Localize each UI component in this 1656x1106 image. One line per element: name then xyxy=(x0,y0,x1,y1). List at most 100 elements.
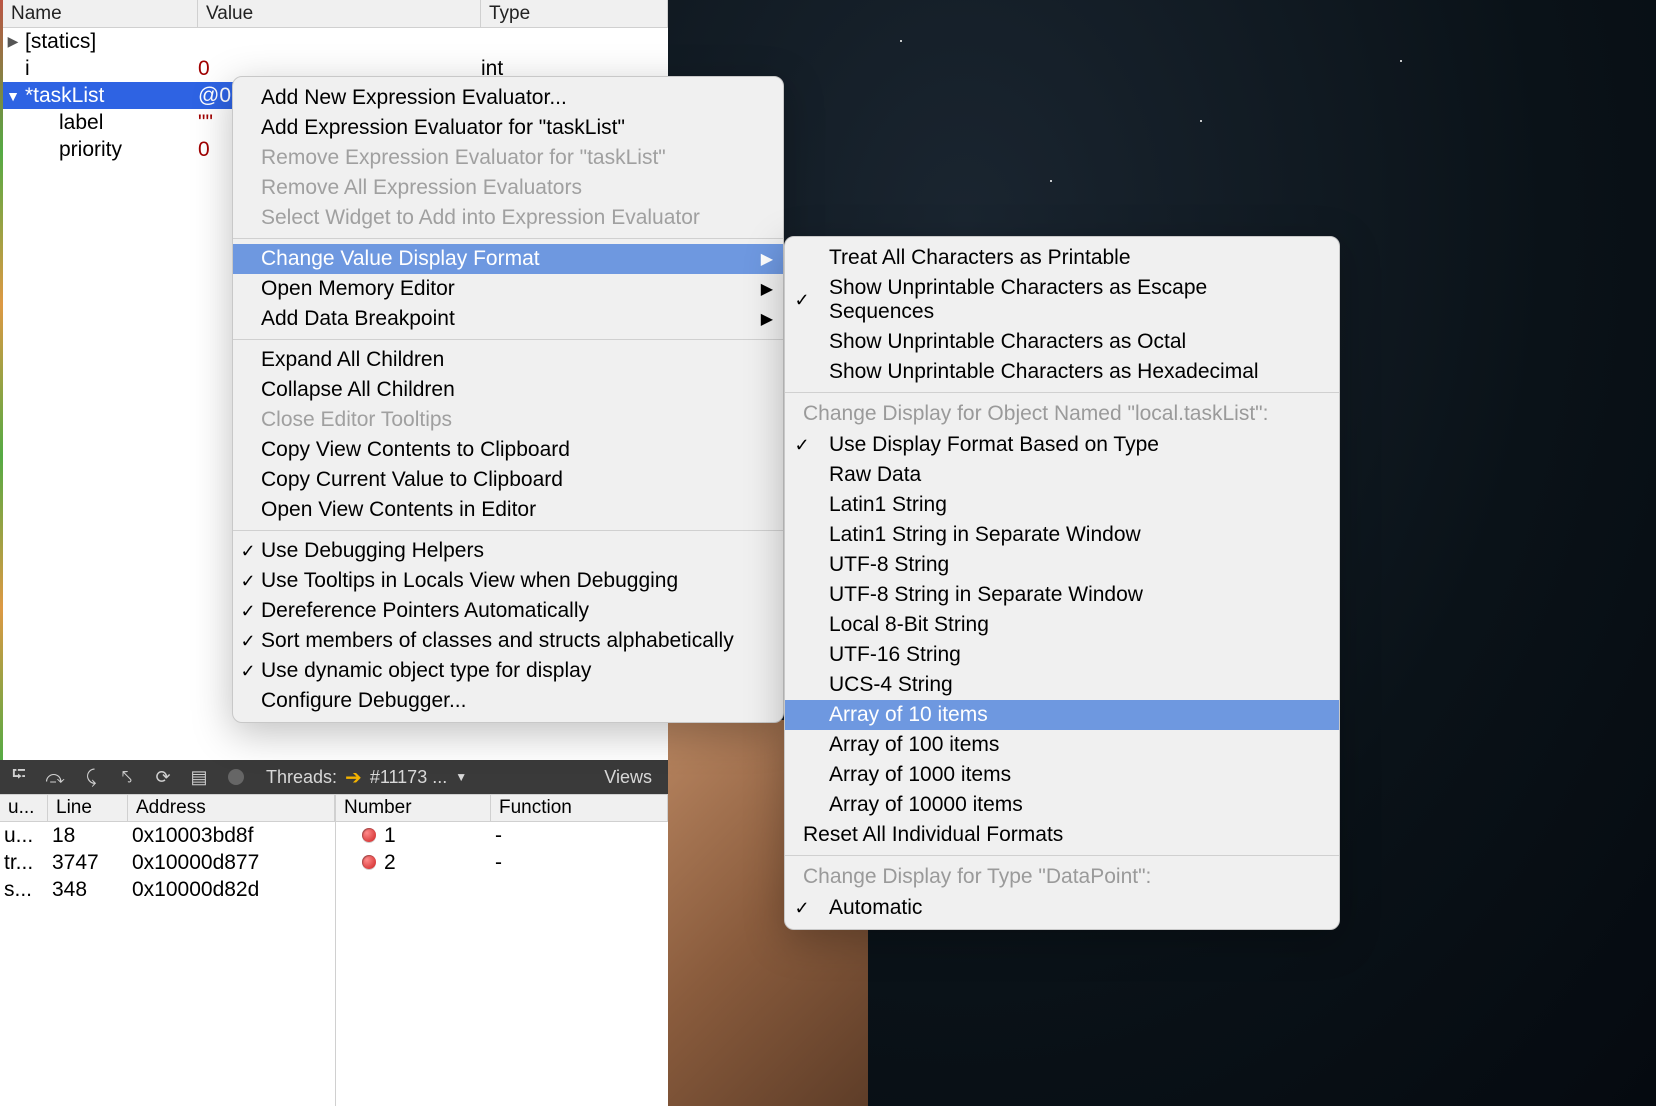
menu-item-label: Array of 10 items xyxy=(829,703,988,727)
views-button[interactable]: Views xyxy=(604,767,660,788)
menu-item[interactable]: Local 8-Bit String xyxy=(785,610,1339,640)
menu-item[interactable]: Array of 10000 items xyxy=(785,790,1339,820)
stack-row[interactable]: u...180x10003bd8f xyxy=(0,822,335,849)
menu-item[interactable]: Reset All Individual Formats xyxy=(785,820,1339,850)
menu-item[interactable]: Treat All Characters as Printable xyxy=(785,243,1339,273)
step-into-icon[interactable]: ⤹ xyxy=(80,766,102,788)
menu-item-label: UTF-8 String in Separate Window xyxy=(829,583,1143,607)
menu-separator xyxy=(785,392,1339,393)
stack-row[interactable]: s...3480x10000d82d xyxy=(0,876,335,903)
col-name[interactable]: Name xyxy=(3,0,198,27)
menu-item[interactable]: UTF-16 String xyxy=(785,640,1339,670)
continue-icon[interactable]: ⮓ xyxy=(8,766,30,788)
menu-item[interactable]: ✓Use Display Format Based on Type xyxy=(785,430,1339,460)
col-level[interactable]: u... xyxy=(0,795,48,821)
menu-item[interactable]: Array of 10 items xyxy=(785,700,1339,730)
record-icon[interactable] xyxy=(228,769,244,785)
locals-row[interactable]: ▶[statics] xyxy=(3,28,668,55)
step-out-icon[interactable]: ⤣ xyxy=(116,766,138,788)
menu-item[interactable]: Configure Debugger... xyxy=(233,686,783,716)
stack-address: 0x10003bd8f xyxy=(132,824,335,848)
menu-section-label: Change Display for Type "DataPoint": xyxy=(785,861,1339,893)
row-name: *taskList xyxy=(23,84,198,108)
breakpoint-row[interactable]: 1- xyxy=(336,822,668,849)
col-type[interactable]: Type xyxy=(481,0,668,27)
menu-item: Remove All Expression Evaluators xyxy=(233,173,783,203)
check-icon: ✓ xyxy=(239,541,257,562)
menu-item[interactable]: Change Value Display Format▶ xyxy=(233,244,783,274)
check-icon: ✓ xyxy=(793,435,811,456)
expand-icon[interactable]: ▶ xyxy=(3,33,23,50)
menu-item[interactable]: Copy Current Value to Clipboard xyxy=(233,465,783,495)
submenu-icon: ▶ xyxy=(761,309,773,329)
menu-item-label: Use dynamic object type for display xyxy=(261,659,591,683)
menu-item[interactable]: ✓Show Unprintable Characters as Escape S… xyxy=(785,273,1339,327)
menu-item[interactable]: Array of 100 items xyxy=(785,730,1339,760)
thread-id: #11173 ... xyxy=(370,767,447,788)
threads-selector[interactable]: Threads: ➔ #11173 ... ▼ xyxy=(266,765,467,790)
menu-item[interactable]: Latin1 String xyxy=(785,490,1339,520)
row-name: label xyxy=(23,111,198,135)
breakpoint-icon xyxy=(362,828,376,842)
menu-item-label: Collapse All Children xyxy=(261,378,455,402)
col-function[interactable]: Function xyxy=(491,795,668,821)
col-address[interactable]: Address xyxy=(128,795,335,821)
menu-item-label: Automatic xyxy=(829,896,922,920)
col-number[interactable]: Number xyxy=(336,795,491,821)
star xyxy=(900,40,902,42)
stack-header: u... Line Address xyxy=(0,794,335,822)
menu-item[interactable]: UTF-8 String xyxy=(785,550,1339,580)
menu-item-label: Select Widget to Add into Expression Eva… xyxy=(261,206,700,230)
menu-item-label: Remove All Expression Evaluators xyxy=(261,176,582,200)
col-line[interactable]: Line xyxy=(48,795,128,821)
menu-item-label: Configure Debugger... xyxy=(261,689,466,713)
menu-item-label: Reset All Individual Formats xyxy=(803,823,1063,847)
menu-item-label: Add New Expression Evaluator... xyxy=(261,86,567,110)
menu-item-label: Latin1 String in Separate Window xyxy=(829,523,1141,547)
menu-item[interactable]: ✓Use Debugging Helpers xyxy=(233,536,783,566)
restart-icon[interactable]: ⟳ xyxy=(152,766,174,788)
menu-item[interactable]: Raw Data xyxy=(785,460,1339,490)
locals-header: Name Value Type xyxy=(3,0,668,28)
expand-icon[interactable]: ▼ xyxy=(3,88,23,104)
menu-item: Remove Expression Evaluator for "taskLis… xyxy=(233,143,783,173)
menu-item[interactable]: Show Unprintable Characters as Hexadecim… xyxy=(785,357,1339,387)
stack-row[interactable]: tr...37470x10000d877 xyxy=(0,849,335,876)
menu-item-label: Show Unprintable Characters as Hexadecim… xyxy=(829,360,1259,384)
menu-separator xyxy=(233,339,783,340)
menu-item[interactable]: Expand All Children xyxy=(233,345,783,375)
menu-item[interactable]: ✓Dereference Pointers Automatically xyxy=(233,596,783,626)
menu-item[interactable]: Open View Contents in Editor xyxy=(233,495,783,525)
menu-item-label: Change Value Display Format xyxy=(261,247,540,271)
menu-item[interactable]: ✓Use Tooltips in Locals View when Debugg… xyxy=(233,566,783,596)
check-icon: ✓ xyxy=(793,290,811,311)
col-value[interactable]: Value xyxy=(198,0,481,27)
stack-line: 18 xyxy=(52,824,132,848)
breakpoint-row[interactable]: 2- xyxy=(336,849,668,876)
breakpoints-pane: Number Function 1-2- xyxy=(335,794,668,1106)
menu-item[interactable]: Add New Expression Evaluator... xyxy=(233,83,783,113)
menu-item[interactable]: ✓Automatic xyxy=(785,893,1339,923)
step-over-icon[interactable]: ⤼ xyxy=(44,766,66,788)
menu-item[interactable]: UTF-8 String in Separate Window xyxy=(785,580,1339,610)
check-icon: ✓ xyxy=(239,661,257,682)
menu-item-label: Treat All Characters as Printable xyxy=(829,246,1131,270)
menu-item[interactable]: Open Memory Editor▶ xyxy=(233,274,783,304)
log-icon[interactable]: ▤ xyxy=(188,766,210,788)
submenu-icon: ▶ xyxy=(761,279,773,299)
menu-item[interactable]: Latin1 String in Separate Window xyxy=(785,520,1339,550)
menu-item[interactable]: ✓Use dynamic object type for display xyxy=(233,656,783,686)
menu-item[interactable]: UCS-4 String xyxy=(785,670,1339,700)
menu-item[interactable]: Copy View Contents to Clipboard xyxy=(233,435,783,465)
menu-item[interactable]: Array of 1000 items xyxy=(785,760,1339,790)
menu-item[interactable]: Collapse All Children xyxy=(233,375,783,405)
stack-pane: u... Line Address u...180x10003bd8ftr...… xyxy=(0,794,335,1106)
menu-item-label: Latin1 String xyxy=(829,493,947,517)
menu-item[interactable]: Show Unprintable Characters as Octal xyxy=(785,327,1339,357)
menu-item-label: UTF-8 String xyxy=(829,553,949,577)
menu-item[interactable]: Add Data Breakpoint▶ xyxy=(233,304,783,334)
menu-item[interactable]: ✓Sort members of classes and structs alp… xyxy=(233,626,783,656)
menu-item[interactable]: Add Expression Evaluator for "taskList" xyxy=(233,113,783,143)
row-name: priority xyxy=(23,138,198,162)
menu-item-label: Expand All Children xyxy=(261,348,444,372)
